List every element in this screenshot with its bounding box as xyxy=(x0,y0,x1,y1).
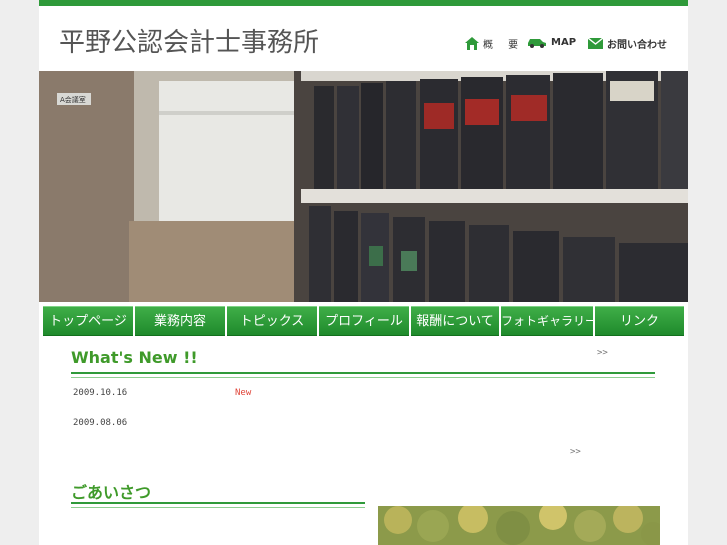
whats-new-divider xyxy=(71,372,655,378)
util-link-contact[interactable]: お問い合わせ xyxy=(588,36,667,51)
greeting-heading: ごあいさつ xyxy=(71,483,152,502)
top-stripe xyxy=(39,0,688,6)
news-item-date: 2009.08.06 xyxy=(73,418,128,428)
nav-photo-gallery[interactable]: フォトギャラリー xyxy=(501,306,593,336)
util-link-about[interactable]: 概 要 xyxy=(465,36,524,51)
nav-fees[interactable]: 報酬について xyxy=(411,306,499,336)
util-link-contact-label: お問い合わせ xyxy=(607,40,667,51)
util-link-map-label: MAP xyxy=(551,36,577,48)
page-container: 平野公認会計士事務所 概 要 MAP お問い合わせ A会議室 トップページ 業務… xyxy=(39,0,688,545)
room-sign: A会議室 xyxy=(60,95,86,104)
util-link-about-label: 概 要 xyxy=(483,40,525,51)
nav-profile[interactable]: プロフィール xyxy=(319,306,409,336)
util-link-map[interactable]: MAP xyxy=(527,36,576,48)
global-nav: トップページ 業務内容 トピックス プロフィール 報酬について フォトギャラリー… xyxy=(39,306,688,336)
new-badge: New xyxy=(235,388,252,398)
car-icon xyxy=(528,39,546,48)
hero-image-bookshelf: A会議室 xyxy=(39,71,688,302)
bookshelf-illustration: A会議室 xyxy=(39,71,688,302)
nav-services[interactable]: 業務内容 xyxy=(135,306,225,336)
whats-new-heading: What's New !! xyxy=(71,348,198,367)
house-icon xyxy=(465,37,479,50)
nav-links[interactable]: リンク xyxy=(595,306,684,336)
whats-new-more-link[interactable]: >> xyxy=(597,348,608,358)
utility-nav: 概 要 MAP お問い合わせ xyxy=(39,36,688,56)
envelope-icon xyxy=(588,38,603,49)
greeting-divider xyxy=(71,502,365,508)
nav-top-page[interactable]: トップページ xyxy=(43,306,133,336)
nav-topics[interactable]: トピックス xyxy=(227,306,317,336)
news-bottom-more-link[interactable]: >> xyxy=(570,447,581,457)
greeting-photo-trees xyxy=(378,506,660,545)
news-item-date: 2009.10.16 xyxy=(73,388,128,398)
